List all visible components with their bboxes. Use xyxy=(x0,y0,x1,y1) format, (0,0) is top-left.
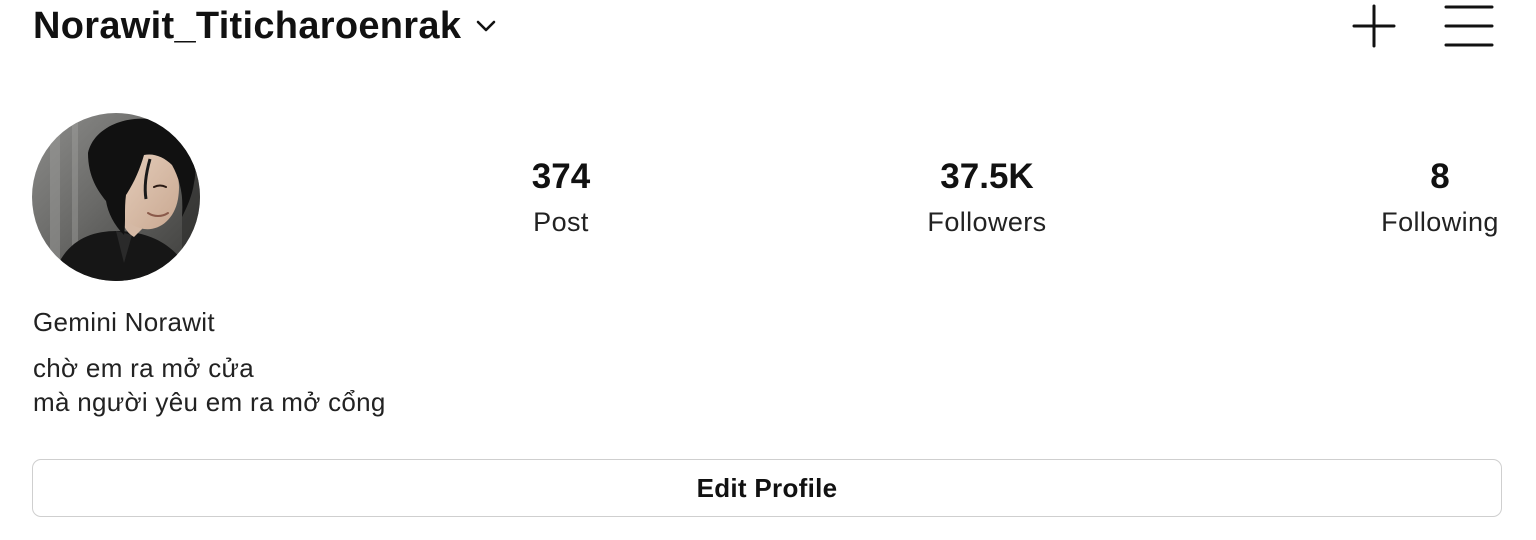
posts-count: 374 xyxy=(531,157,591,196)
followers-count: 37.5K xyxy=(940,157,1034,196)
posts-label: Post xyxy=(533,207,589,237)
stat-following[interactable]: 8 Following xyxy=(1381,155,1499,245)
display-name: Gemini Norawit xyxy=(33,307,215,337)
menu-button[interactable] xyxy=(1443,2,1495,50)
following-count: 8 xyxy=(1430,157,1450,196)
username: Norawit_Titicharoenrak xyxy=(33,4,462,47)
profile-header: Norawit_Titicharoenrak xyxy=(0,0,1536,56)
account-switcher[interactable]: Norawit_Titicharoenrak xyxy=(33,0,497,52)
following-label: Following xyxy=(1381,207,1499,237)
stat-posts[interactable]: 374 Post xyxy=(532,155,590,245)
bio: chờ em ra mở cửa mà người yêu em ra mở c… xyxy=(33,351,386,419)
stat-followers[interactable]: 37.5K Followers xyxy=(927,155,1046,245)
followers-label: Followers xyxy=(927,207,1047,237)
avatar[interactable] xyxy=(32,113,200,281)
plus-icon xyxy=(1352,4,1396,48)
bio-line: chờ em ra mở cửa xyxy=(33,353,255,383)
chevron-down-icon[interactable] xyxy=(475,15,497,37)
create-post-button[interactable] xyxy=(1348,2,1400,50)
edit-profile-button[interactable]: Edit Profile xyxy=(32,459,1502,517)
profile-photo xyxy=(32,113,200,281)
hamburger-menu-icon xyxy=(1444,5,1494,47)
bio-line: mà người yêu em ra mở cổng xyxy=(33,387,386,417)
